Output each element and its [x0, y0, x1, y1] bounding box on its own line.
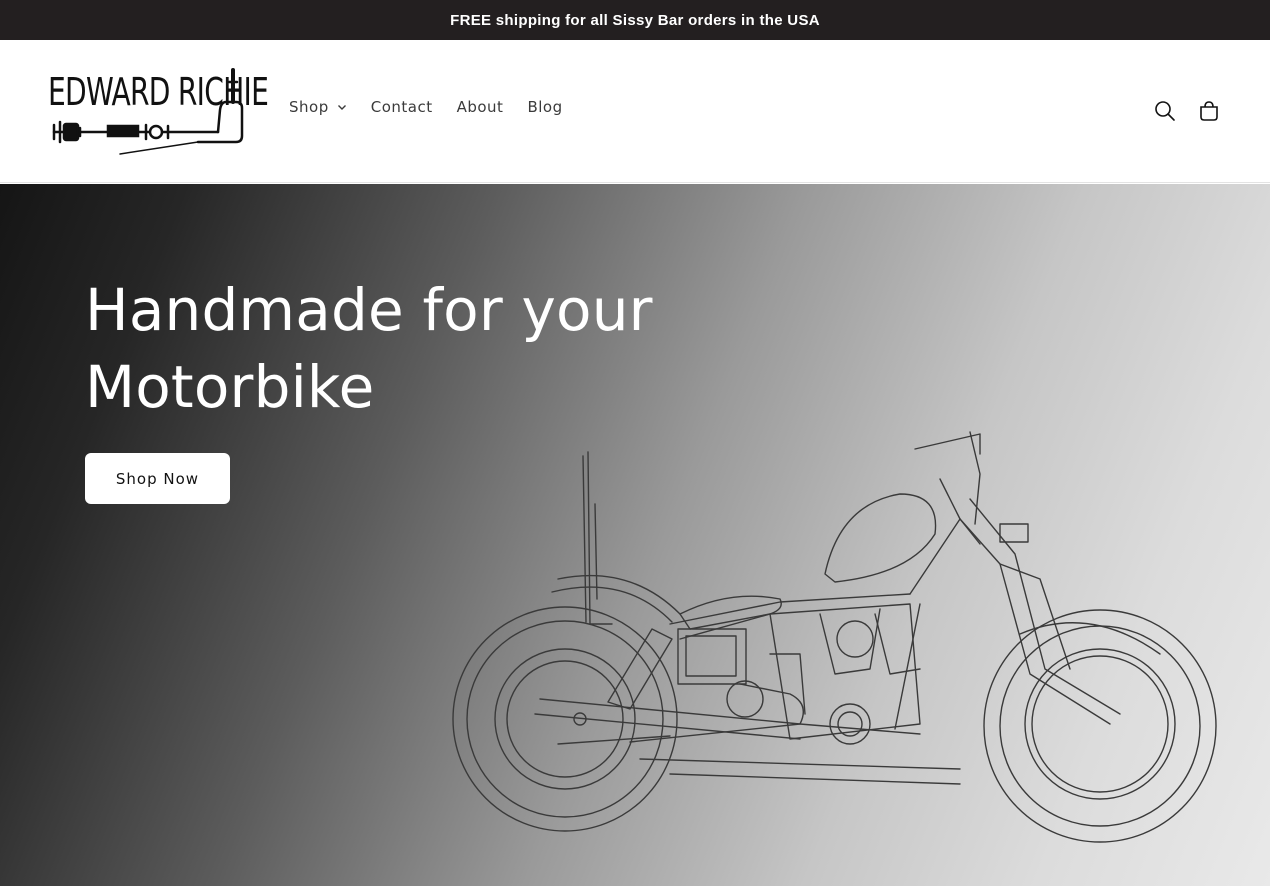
- hero-heading: Handmade for your Motorbike: [85, 272, 705, 426]
- nav-contact-label: Contact: [370, 98, 433, 116]
- nav-blog[interactable]: Blog: [527, 98, 562, 116]
- nav-shop-label: Shop: [289, 98, 329, 116]
- nav-contact[interactable]: Contact: [371, 98, 433, 116]
- search-icon: [1155, 101, 1175, 121]
- motorbike-illustration: [452, 431, 1217, 843]
- nav-about[interactable]: About: [457, 98, 504, 116]
- cart-icon: [1200, 101, 1218, 121]
- logo-wordmark: EDWARD RICHIE: [48, 70, 269, 114]
- site-logo[interactable]: EDWARD RICHIE: [48, 62, 269, 160]
- shop-now-button[interactable]: Shop Now: [85, 453, 230, 504]
- hero-heading-line1: Handmade for your: [85, 276, 653, 344]
- hero-heading-line2: Motorbike: [85, 353, 375, 421]
- nav-blog-label: Blog: [527, 98, 563, 116]
- search-button[interactable]: [1152, 98, 1178, 124]
- announcement-bar: FREE shipping for all Sissy Bar orders i…: [0, 0, 1270, 40]
- hero-banner: Handmade for your Motorbike Shop Now: [0, 184, 1270, 886]
- chevron-down-icon: [337, 105, 346, 110]
- main-nav: Shop Contact About Blog: [289, 98, 563, 116]
- cart-button[interactable]: [1196, 98, 1222, 124]
- header-actions: [1152, 98, 1222, 124]
- nav-about-label: About: [456, 98, 504, 116]
- site-header: EDWARD RICHIE Shop Contact About Blog: [0, 40, 1270, 183]
- nav-shop[interactable]: Shop: [289, 98, 347, 116]
- announcement-text: FREE shipping for all Sissy Bar orders i…: [450, 11, 820, 29]
